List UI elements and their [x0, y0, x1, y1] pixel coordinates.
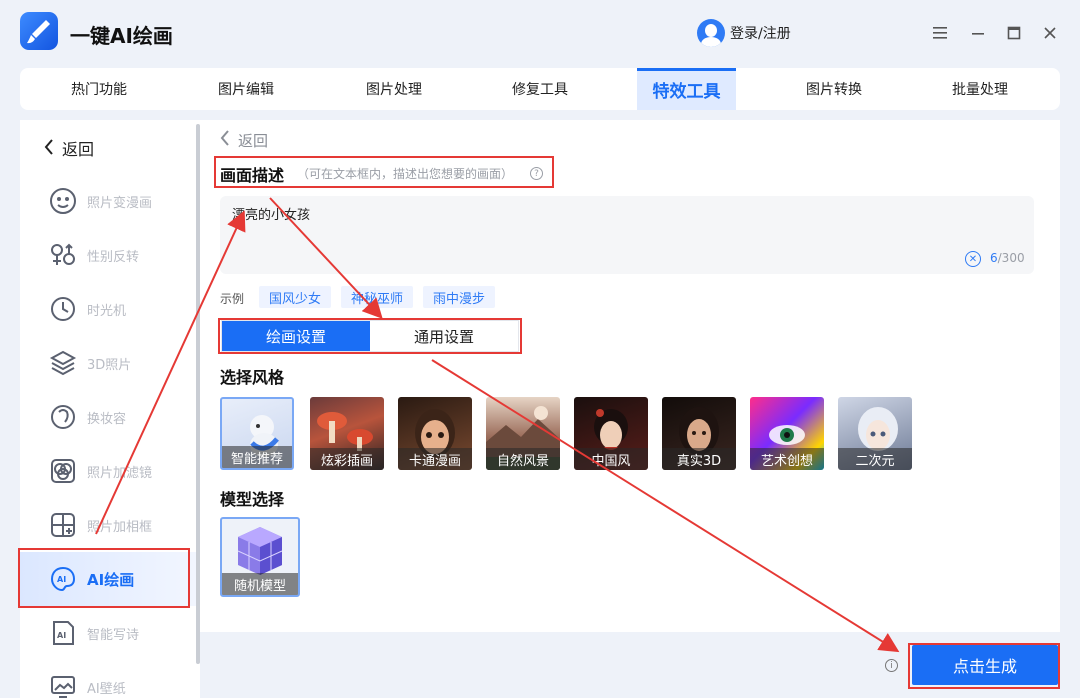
style-card-label: 炫彩插画: [310, 448, 384, 470]
minimize-icon[interactable]: [969, 24, 987, 42]
avatar-icon: [697, 19, 725, 47]
sidebar-item-gender-swap[interactable]: 性别反转: [20, 228, 196, 282]
prompt-value: 漂亮的小女孩: [232, 208, 311, 223]
example-chip[interactable]: 神秘巫师: [341, 286, 414, 308]
tab-image-edit[interactable]: 图片编辑: [172, 68, 320, 110]
generate-button[interactable]: 点击生成: [912, 645, 1058, 685]
style-card-colorful-illustration[interactable]: 炫彩插画: [310, 397, 384, 470]
svg-text:AI: AI: [57, 631, 66, 640]
wallpaper-icon: [48, 672, 78, 698]
style-card-smart-recommend[interactable]: 智能推荐: [220, 397, 294, 470]
ai-paint-icon: AI: [48, 564, 78, 594]
char-counter: 6/300: [990, 251, 1025, 265]
main-back-button[interactable]: 返回: [220, 130, 268, 151]
tab-repair-tools[interactable]: 修复工具: [466, 68, 614, 110]
char-count: 6: [990, 251, 998, 265]
tab-hot-features[interactable]: 热门功能: [20, 68, 178, 110]
login-label: 登录/注册: [730, 26, 791, 42]
style-card-label: 卡通漫画: [398, 448, 472, 470]
description-hint: （可在文本框内，描述出您想要的画面）: [297, 167, 514, 181]
help-icon[interactable]: ?: [530, 167, 543, 180]
login-button[interactable]: 登录/注册: [697, 19, 791, 47]
info-icon[interactable]: i: [885, 659, 898, 672]
main-tab-bar: 热门功能 图片编辑 图片处理 修复工具 特效工具 图片转换 批量处理: [20, 68, 1060, 110]
menu-icon[interactable]: [931, 24, 949, 42]
sidebar-item-label: 换妆容: [87, 411, 127, 427]
sidebar-item-photo-frame[interactable]: 照片加相框: [20, 498, 196, 552]
tab-image-process[interactable]: 图片处理: [320, 68, 468, 110]
sidebar-item-label: 照片变漫画: [87, 195, 153, 211]
main-back-label: 返回: [238, 132, 269, 150]
sidebar-back-label: 返回: [62, 140, 95, 159]
model-card-label: 随机模型: [222, 573, 298, 595]
sidebar-item-ai-poem[interactable]: AI 智能写诗: [20, 606, 196, 660]
tab-batch-process[interactable]: 批量处理: [906, 68, 1054, 110]
app-logo-icon: [20, 12, 58, 50]
layers-icon: [48, 348, 78, 378]
makeup-icon: [48, 402, 78, 432]
char-max: /300: [997, 251, 1025, 265]
sidebar-item-time-machine[interactable]: 时光机: [20, 282, 196, 336]
clear-icon[interactable]: ✕: [965, 251, 981, 267]
app-title: 一键AI绘画: [70, 24, 173, 48]
style-card-realistic-3d[interactable]: 真实3D: [662, 397, 736, 470]
style-card-artistic-creation[interactable]: 艺术创想: [750, 397, 824, 470]
sidebar-item-label: 性别反转: [87, 249, 140, 265]
sidebar-item-photo-to-cartoon[interactable]: 照片变漫画: [20, 174, 196, 228]
sidebar-back-button[interactable]: 返回: [44, 136, 94, 160]
style-card-anime[interactable]: 二次元: [838, 397, 912, 470]
style-section-title: 选择风格: [220, 368, 285, 387]
chevron-left-icon: [220, 130, 230, 151]
tab-image-convert[interactable]: 图片转换: [760, 68, 908, 110]
sidebar-item-3d-photo[interactable]: 3D照片: [20, 336, 196, 390]
style-card-natural-scenery[interactable]: 自然风景: [486, 397, 560, 470]
sidebar-item-makeup[interactable]: 换妆容: [20, 390, 196, 444]
style-card-label: 智能推荐: [222, 446, 292, 468]
clock-icon: [48, 294, 78, 324]
sidebar-item-label: 时光机: [87, 303, 127, 319]
sidebar-item-label: 照片加滤镜: [87, 465, 153, 481]
sidebar-item-ai-painting[interactable]: AI AI绘画: [20, 552, 196, 606]
sidebar-item-label: 智能写诗: [87, 627, 140, 643]
filter-icon: [48, 456, 78, 486]
sidebar-item-label: AI壁纸: [87, 681, 126, 697]
example-chip[interactable]: 雨中漫步: [423, 286, 496, 308]
title-bar: 一键AI绘画 登录/注册: [0, 0, 1080, 68]
description-title: 画面描述: [220, 166, 285, 185]
style-card-chinese-style[interactable]: 中国风: [574, 397, 648, 470]
example-chip[interactable]: 国风少女: [259, 286, 332, 308]
gender-swap-icon: [48, 240, 78, 270]
style-card-cartoon-comic[interactable]: 卡通漫画: [398, 397, 472, 470]
style-card-label: 二次元: [838, 448, 912, 470]
frame-icon: [48, 510, 78, 540]
sidebar-item-photo-filter[interactable]: 照片加滤镜: [20, 444, 196, 498]
sidebar-item-label: 照片加相框: [87, 519, 153, 535]
maximize-icon[interactable]: [1005, 24, 1023, 42]
sidebar-item-label: AI绘画: [87, 570, 135, 589]
style-card-label: 真实3D: [662, 448, 736, 470]
tab-effect-tools[interactable]: 特效工具: [637, 68, 736, 110]
chevron-left-icon: [44, 138, 54, 158]
style-card-label: 艺术创想: [750, 448, 824, 470]
style-card-label: 自然风景: [486, 448, 560, 470]
model-card-random[interactable]: 随机模型: [220, 517, 300, 597]
sidebar: 返回 照片变漫画 性别反转 时光机 3D照片 换妆容 照片加滤镜 照片加相框 A…: [20, 120, 200, 698]
svg-text:AI: AI: [57, 575, 66, 584]
sidebar-item-ai-wallpaper[interactable]: AI壁纸: [20, 660, 196, 698]
settings-segmented-control: 绘画设置 通用设置: [221, 320, 519, 352]
ai-poem-icon: AI: [48, 618, 78, 648]
prompt-textarea[interactable]: 漂亮的小女孩: [220, 196, 1034, 274]
tab-painting-settings[interactable]: 绘画设置: [222, 321, 370, 351]
close-icon[interactable]: [1041, 24, 1059, 42]
example-label: 示例: [220, 292, 245, 306]
model-section-title: 模型选择: [220, 490, 285, 509]
face-cartoon-icon: [48, 186, 78, 216]
tab-general-settings[interactable]: 通用设置: [370, 321, 518, 351]
style-card-label: 中国风: [574, 448, 648, 470]
sidebar-item-label: 3D照片: [87, 357, 132, 373]
